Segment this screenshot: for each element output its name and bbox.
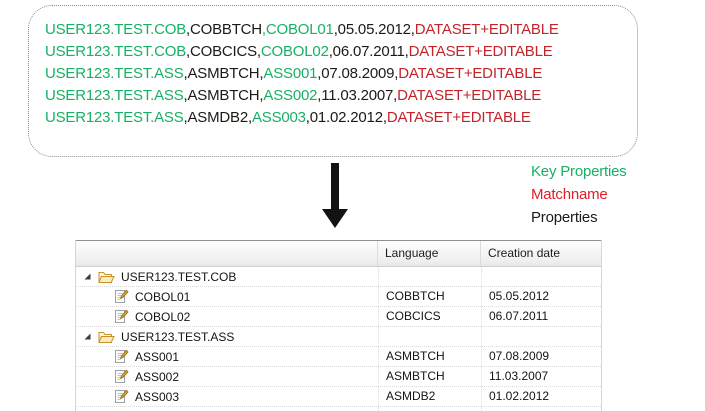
- cell-language: COBBTCH: [378, 287, 481, 306]
- spec-line: USER123.TEST.COB,COBBTCH,COBOL01,05.05.2…: [45, 19, 631, 41]
- cell-language: [378, 267, 481, 286]
- member-label: ASS001: [135, 350, 179, 364]
- cell-tree: [76, 407, 378, 411]
- group-label: USER123.TEST.ASS: [121, 330, 234, 344]
- cell-language: [378, 327, 481, 346]
- table-row-group[interactable]: USER123.TEST.COB: [76, 267, 601, 287]
- member-label: ASS003: [135, 390, 179, 404]
- spec-segment: DATASET+EDITABLE: [387, 109, 531, 126]
- table-row-empty: [76, 407, 601, 411]
- cell-tree: COBOL01: [76, 287, 378, 306]
- cell-tree: ASS001: [76, 347, 378, 366]
- spec-line: USER123.TEST.COB,COBCICS,COBOL02,06.07.2…: [45, 41, 631, 63]
- spec-segment: DATASET+EDITABLE: [409, 43, 553, 60]
- cell-language: [378, 407, 481, 411]
- table-row-member[interactable]: ASS001 ASMBTCH 07.08.2009: [76, 347, 601, 367]
- down-arrow-icon: [331, 163, 339, 210]
- cell-date: 01.02.2012: [481, 387, 601, 406]
- table-row-member[interactable]: ASS003 ASMDB2 01.02.2012: [76, 387, 601, 407]
- legend: Key PropertiesMatchnameProperties: [531, 160, 627, 229]
- edit-document-icon: [113, 389, 129, 404]
- spec-segment: ,07.08.2009,: [317, 65, 398, 82]
- table-row-member[interactable]: COBOL01 COBBTCH 05.05.2012: [76, 287, 601, 307]
- legend-item: Properties: [531, 206, 627, 229]
- column-header-language[interactable]: Language: [378, 241, 481, 266]
- tree-expand-icon[interactable]: [83, 272, 92, 281]
- spec-segment: ,ASMBTCH,: [184, 87, 264, 104]
- table-row-member[interactable]: COBOL02 COBCICS 06.07.2011: [76, 307, 601, 327]
- spec-segment: DATASET+EDITABLE: [398, 65, 542, 82]
- spec-segment: ASS001: [263, 65, 317, 82]
- table-header-row: Language Creation date: [76, 240, 601, 267]
- cell-language: ASMBTCH: [378, 367, 481, 386]
- open-folder-icon: [98, 270, 115, 284]
- spec-segment: ASS002: [263, 87, 317, 104]
- spec-segment: ,ASMBTCH,: [184, 65, 264, 82]
- spec-segment: ,01.02.2012,: [306, 109, 387, 126]
- member-label: COBOL02: [135, 310, 190, 324]
- down-arrow-head-icon: [322, 209, 348, 228]
- open-folder-icon: [98, 330, 115, 344]
- members-table: Language Creation date USER123.TEST.COB: [75, 240, 602, 411]
- table-row-group[interactable]: USER123.TEST.ASS: [76, 327, 601, 347]
- spec-segment: ,COBBTCH: [186, 21, 262, 38]
- spec-segment: USER123.TEST.ASS: [45, 109, 184, 126]
- spec-line: USER123.TEST.ASS,ASMDB2,ASS003,01.02.201…: [45, 107, 631, 129]
- edit-document-icon: [113, 369, 129, 384]
- cell-tree: COBOL02: [76, 307, 378, 326]
- member-label: ASS002: [135, 370, 179, 384]
- spec-segment: USER123.TEST.COB: [45, 21, 186, 38]
- spec-segment: ASS003: [252, 109, 306, 126]
- spec-line: USER123.TEST.ASS,ASMBTCH,ASS002,11.03.20…: [45, 85, 631, 107]
- cell-date: 05.05.2012: [481, 287, 601, 306]
- spec-segment: USER123.TEST.ASS: [45, 87, 184, 104]
- cell-tree: ASS002: [76, 367, 378, 386]
- cell-date: [481, 267, 601, 286]
- cell-tree: USER123.TEST.ASS: [76, 327, 378, 346]
- spec-segment: ,COBCICS,: [186, 43, 261, 60]
- spec-segment: ,06.07.2011,: [329, 43, 409, 60]
- edit-document-icon: [113, 349, 129, 364]
- table-body: USER123.TEST.COB COBOL01 COBBTCH 05.05.2…: [76, 267, 601, 411]
- cell-tree: USER123.TEST.COB: [76, 267, 378, 286]
- spec-segment: DATASET+EDITABLE: [415, 21, 559, 38]
- spec-segment: USER123.TEST.ASS: [45, 65, 184, 82]
- spec-line: USER123.TEST.ASS,ASMBTCH,ASS001,07.08.20…: [45, 63, 631, 85]
- tree-expand-icon[interactable]: [83, 332, 92, 341]
- column-header-tree[interactable]: [76, 241, 378, 266]
- cell-language: ASMBTCH: [378, 347, 481, 366]
- member-label: COBOL01: [135, 290, 190, 304]
- cell-language: COBCICS: [378, 307, 481, 326]
- spec-segment: ,11.03.2007,: [317, 87, 397, 104]
- spec-lines: USER123.TEST.COB,COBBTCH,COBOL01,05.05.2…: [45, 19, 631, 129]
- legend-item: Matchname: [531, 183, 627, 206]
- spec-segment: ,05.05.2012,: [334, 21, 415, 38]
- spec-segment: USER123.TEST.COB: [45, 43, 186, 60]
- edit-document-icon: [113, 289, 129, 304]
- spec-segment: DATASET+EDITABLE: [397, 87, 541, 104]
- cell-date: 11.03.2007: [481, 367, 601, 386]
- cell-date: [481, 407, 601, 411]
- spec-segment: COBOL02: [261, 43, 329, 60]
- table-row-member[interactable]: ASS002 ASMBTCH 11.03.2007: [76, 367, 601, 387]
- spec-segment: ,COBOL01: [262, 21, 334, 38]
- cell-date: [481, 327, 601, 346]
- spec-box: USER123.TEST.COB,COBBTCH,COBOL01,05.05.2…: [28, 5, 638, 157]
- cell-date: 06.07.2011: [481, 307, 601, 326]
- spec-segment: ,ASMDB2,: [184, 109, 252, 126]
- cell-language: ASMDB2: [378, 387, 481, 406]
- group-label: USER123.TEST.COB: [121, 270, 236, 284]
- cell-tree: ASS003: [76, 387, 378, 406]
- diagram-canvas: USER123.TEST.COB,COBBTCH,COBOL01,05.05.2…: [0, 0, 705, 411]
- legend-item: Key Properties: [531, 160, 627, 183]
- cell-date: 07.08.2009: [481, 347, 601, 366]
- column-header-creation-date[interactable]: Creation date: [481, 241, 601, 266]
- edit-document-icon: [113, 309, 129, 324]
